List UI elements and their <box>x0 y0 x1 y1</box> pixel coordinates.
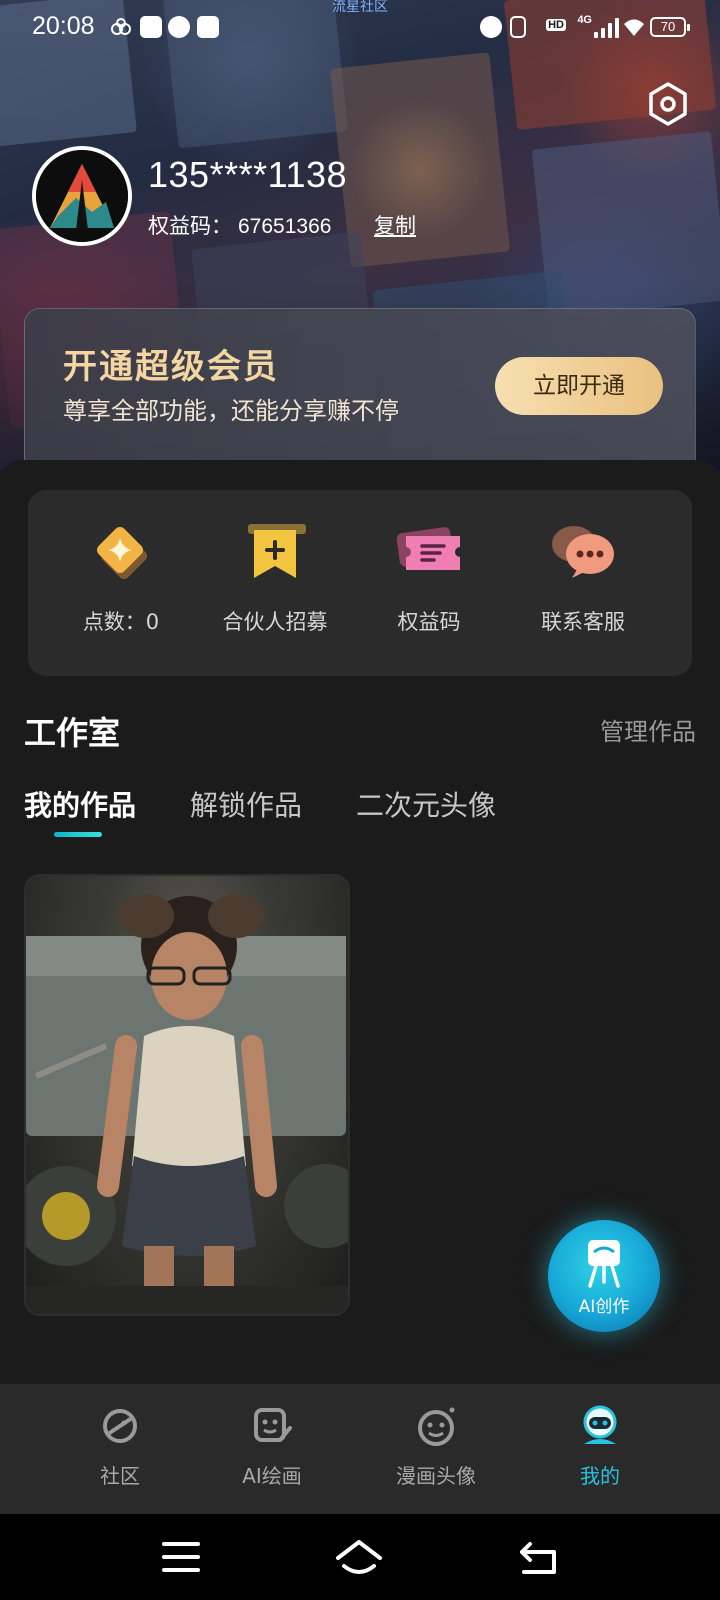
smile-face-icon <box>414 1404 458 1448</box>
bookmark-plus-icon <box>240 516 310 586</box>
easel-icon <box>584 1238 624 1292</box>
quick-item-support[interactable]: 联系客服 <box>508 516 658 636</box>
status-time: 20:08 <box>32 12 95 40</box>
cloud-sync-icon <box>110 16 132 38</box>
nav-mine[interactable]: 我的 <box>540 1404 660 1489</box>
battery-icon: 70 <box>650 17 690 37</box>
status-app-name: 流星社区 <box>332 0 388 15</box>
notification-app-icon <box>140 16 162 38</box>
vibrate-icon <box>510 16 526 38</box>
nav-label-mine: 我的 <box>580 1464 620 1488</box>
alarm-clock-icon <box>480 16 502 38</box>
quick-label-partner: 合伙人招募 <box>222 610 328 634</box>
alarm-icon <box>168 16 190 38</box>
robot-profile-icon <box>578 1404 622 1448</box>
quick-item-rights-code[interactable]: 权益码 <box>354 516 504 636</box>
rights-code-label: 权益码： <box>148 214 232 238</box>
nav-label-ai-painting: AI绘画 <box>242 1464 302 1488</box>
studio-title: 工作室 <box>24 714 121 752</box>
diamond-icon <box>86 516 156 586</box>
status-bar: 20:08 流星社区 HD 4G 70 <box>0 0 720 56</box>
ticket-icon <box>394 516 464 586</box>
home-icon[interactable] <box>334 1534 384 1580</box>
ai-paint-icon <box>250 1404 294 1448</box>
nav-ai-painting[interactable]: AI绘画 <box>212 1404 332 1489</box>
ai-create-button[interactable]: AI创作 <box>548 1220 660 1332</box>
quick-item-points[interactable]: 点数：0 <box>46 516 196 636</box>
wifi-icon <box>622 16 646 42</box>
quick-actions-card: 点数：0 合伙人招募 权益码 联系客服 <box>28 490 692 676</box>
message-app-icon <box>197 16 219 38</box>
chat-bubbles-icon <box>548 516 618 586</box>
nav-label-community: 社区 <box>100 1464 140 1488</box>
menu-icon[interactable] <box>156 1534 206 1580</box>
nav-community[interactable]: 社区 <box>60 1404 180 1489</box>
copy-code-link[interactable]: 复制 <box>374 210 416 240</box>
tab-anime-avatar[interactable]: 二次元头像 <box>356 784 496 824</box>
manage-works-link[interactable]: 管理作品 <box>600 712 696 747</box>
rights-code: 权益码： 67651366 <box>148 210 337 240</box>
tab-my-works[interactable]: 我的作品 <box>24 784 136 824</box>
quick-label-support: 联系客服 <box>541 610 625 634</box>
rights-code-value: 67651366 <box>238 215 332 238</box>
vip-subtitle: 尊享全部功能，还能分享赚不停 <box>63 397 399 425</box>
nav-comic-avatar[interactable]: 漫画头像 <box>376 1404 496 1489</box>
quick-label-points: 点数：0 <box>82 610 160 634</box>
tab-unlocked-works[interactable]: 解锁作品 <box>190 784 302 824</box>
network-type: 4G <box>577 14 592 26</box>
open-vip-button[interactable]: 立即开通 <box>495 357 663 415</box>
active-tab-indicator <box>54 832 102 837</box>
back-icon[interactable] <box>514 1534 564 1580</box>
quick-label-rights-code: 权益码 <box>397 610 461 634</box>
avatar[interactable] <box>32 146 132 246</box>
vip-title: 开通超级会员 <box>63 347 279 387</box>
quick-item-partner[interactable]: 合伙人招募 <box>200 516 350 636</box>
vip-promo-card[interactable]: 开通超级会员 尊享全部功能，还能分享赚不停 立即开通 <box>24 308 696 470</box>
system-navigation-bar <box>0 1514 720 1600</box>
signal-icon <box>594 18 620 38</box>
settings-icon[interactable] <box>646 82 690 126</box>
bottom-nav: 社区 AI绘画 漫画头像 我的 <box>0 1384 720 1514</box>
nav-label-comic-avatar: 漫画头像 <box>396 1464 476 1488</box>
planet-icon <box>98 1404 142 1448</box>
ai-create-label: AI创作 <box>578 1297 630 1317</box>
username-phone: 135****1138 <box>148 154 348 195</box>
hd-indicator: HD <box>546 19 566 31</box>
artwork-thumbnail[interactable] <box>24 874 350 1316</box>
